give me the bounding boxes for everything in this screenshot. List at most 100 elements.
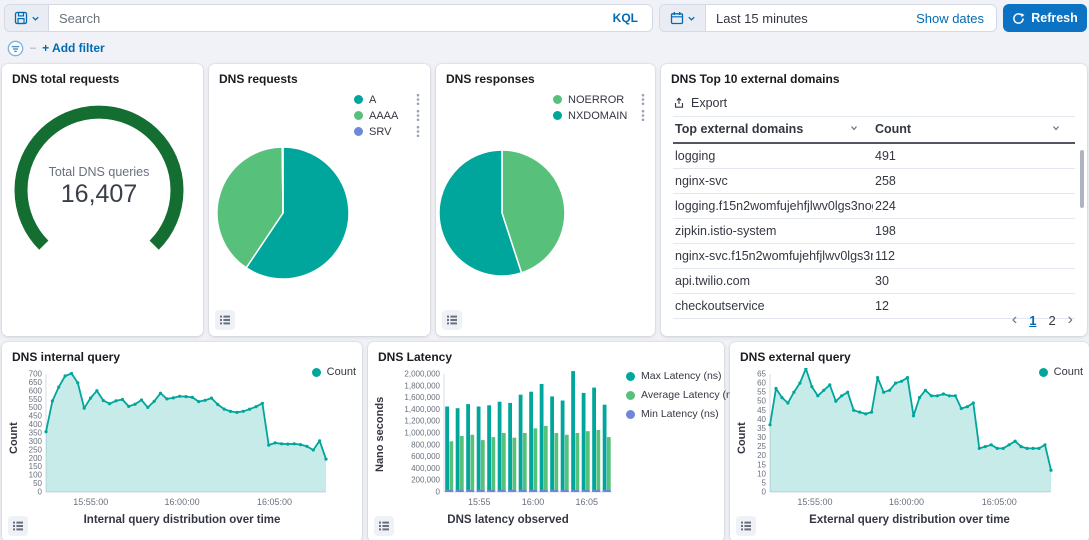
legend-item[interactable]: Max Latency (ns) — [626, 370, 741, 382]
pagination-page-1[interactable]: 1 — [1029, 313, 1036, 328]
pagination-prev-button[interactable]: ‹ — [1012, 312, 1017, 328]
legend-toggle-button[interactable] — [374, 516, 394, 536]
kql-language-button[interactable]: KQL — [605, 7, 646, 29]
panel-dns-top-external-domains: DNS Top 10 external domains Export Top e… — [661, 64, 1087, 336]
ellipsis-menu-icon[interactable] — [641, 109, 645, 122]
legend-item-a[interactable]: A — [354, 94, 420, 105]
legend-label: Min Latency (ns) — [641, 408, 719, 420]
domain-cell: zipkin.istio-system — [673, 219, 873, 244]
ellipsis-menu-icon[interactable] — [416, 125, 420, 138]
show-dates-link[interactable]: Show dates — [916, 11, 996, 26]
svg-text:16,407: 16,407 — [61, 180, 137, 208]
panel-dns-internal-query: DNS internal query Count 050100150200250… — [2, 342, 362, 540]
domain-cell: nginx-svc — [673, 169, 873, 194]
external-query-area-chart[interactable]: 0510152025303540455055606515:55:0016:00:… — [732, 368, 1085, 514]
svg-text:25: 25 — [757, 442, 766, 451]
svg-text:15:55:00: 15:55:00 — [73, 497, 108, 507]
date-quick-select-button[interactable] — [660, 5, 706, 31]
pie-legend: NOERROR NXDOMAIN — [553, 94, 645, 121]
svg-text:350: 350 — [29, 429, 43, 438]
save-icon — [14, 11, 28, 25]
list-icon — [378, 520, 390, 532]
ellipsis-menu-icon[interactable] — [416, 93, 420, 106]
refresh-label: Refresh — [1031, 11, 1078, 25]
ellipsis-menu-icon[interactable] — [416, 109, 420, 122]
dns-responses-pie-chart[interactable] — [436, 142, 580, 286]
table-row: api.twilio.com30 — [673, 269, 1075, 294]
svg-text:5: 5 — [762, 478, 767, 487]
legend-label: Max Latency (ns) — [641, 370, 722, 382]
table-scrollbar[interactable] — [1080, 150, 1084, 208]
svg-text:16:00: 16:00 — [522, 497, 545, 507]
svg-text:450: 450 — [29, 412, 43, 421]
count-cell: 491 — [873, 143, 1075, 169]
domain-cell: logging — [673, 143, 873, 169]
svg-text:35: 35 — [757, 424, 766, 433]
search-input[interactable] — [49, 5, 605, 31]
svg-text:16:00:00: 16:00:00 — [165, 497, 200, 507]
legend-toggle-button[interactable] — [215, 310, 235, 330]
svg-text:700: 700 — [29, 370, 43, 379]
list-icon — [740, 520, 752, 532]
svg-text:16:00:00: 16:00:00 — [889, 497, 924, 507]
svg-text:50: 50 — [33, 479, 42, 488]
svg-text:30: 30 — [757, 433, 766, 442]
column-header-count[interactable]: Count — [873, 117, 1075, 144]
legend-item[interactable]: Average Latency (ns) — [626, 389, 741, 401]
legend-item-aaaa[interactable]: AAAA — [354, 110, 420, 121]
legend-item[interactable]: Min Latency (ns) — [626, 408, 741, 420]
svg-text:Total DNS queries: Total DNS queries — [49, 165, 150, 179]
svg-text:55: 55 — [757, 388, 766, 397]
saved-query-menu-button[interactable] — [5, 5, 49, 31]
legend-item-noerror[interactable]: NOERROR — [553, 94, 645, 105]
legend-toggle-button[interactable] — [736, 516, 756, 536]
chevron-down-icon — [687, 14, 696, 23]
legend-toggle-button[interactable] — [442, 310, 462, 330]
panel-dns-latency: DNS Latency Nano seconds 0200,000400,000… — [368, 342, 724, 540]
domain-cell: logging.f15n2womfujehfjlwv0lgs3nog.... — [673, 194, 873, 219]
svg-text:0: 0 — [762, 488, 767, 497]
svg-text:16:05:00: 16:05:00 — [257, 497, 292, 507]
svg-text:15:55: 15:55 — [468, 497, 491, 507]
legend-toggle-button[interactable] — [8, 516, 28, 536]
add-filter-link[interactable]: + Add filter — [42, 41, 105, 55]
svg-text:200,000: 200,000 — [411, 476, 440, 485]
svg-text:800,000: 800,000 — [411, 440, 440, 449]
ellipsis-menu-icon[interactable] — [641, 93, 645, 106]
export-button[interactable]: Export — [673, 96, 743, 110]
legend-item-count[interactable]: Count — [312, 366, 356, 378]
svg-text:10: 10 — [757, 469, 766, 478]
legend-item-nxdomain[interactable]: NXDOMAIN — [553, 110, 645, 121]
column-header-domains[interactable]: Top external domains — [673, 117, 873, 144]
dns-latency-bar-chart[interactable]: 0200,000400,000600,000800,0001,000,0001,… — [382, 368, 620, 514]
svg-text:400: 400 — [29, 420, 43, 429]
svg-text:15:55:00: 15:55:00 — [797, 497, 832, 507]
panel-title: DNS responses — [436, 64, 655, 86]
filter-icon[interactable] — [7, 40, 24, 57]
svg-text:600,000: 600,000 — [411, 452, 440, 461]
internal-query-area-chart[interactable]: 0501001502002503003504004505005506006507… — [4, 368, 358, 514]
svg-text:45: 45 — [757, 406, 766, 415]
legend-item-count[interactable]: Count — [1039, 366, 1083, 378]
pagination-next-button[interactable]: › — [1068, 312, 1073, 328]
legend-label: Average Latency (ns) — [641, 389, 741, 401]
pagination-page-2[interactable]: 2 — [1048, 313, 1055, 328]
svg-text:400,000: 400,000 — [411, 464, 440, 473]
count-cell: 258 — [873, 169, 1075, 194]
table-pagination: ‹ 12 › — [1012, 312, 1073, 328]
export-label: Export — [691, 96, 727, 110]
count-cell: 198 — [873, 219, 1075, 244]
legend-item-srv[interactable]: SRV — [354, 126, 420, 137]
refresh-button[interactable]: Refresh — [1003, 4, 1087, 32]
svg-text:20: 20 — [757, 451, 766, 460]
legend-label: Count — [327, 366, 356, 378]
svg-text:1,000,000: 1,000,000 — [404, 429, 440, 438]
dns-requests-pie-chart[interactable] — [213, 142, 357, 286]
svg-text:1,600,000: 1,600,000 — [404, 393, 440, 402]
legend-label: SRV — [369, 126, 391, 138]
svg-text:15: 15 — [757, 460, 766, 469]
legend-label: NXDOMAIN — [568, 110, 627, 122]
total-dns-queries-gauge[interactable]: Total DNS queries16,407 — [2, 100, 203, 340]
svg-text:500: 500 — [29, 403, 43, 412]
time-range-value[interactable]: Last 15 minutes — [706, 11, 916, 26]
